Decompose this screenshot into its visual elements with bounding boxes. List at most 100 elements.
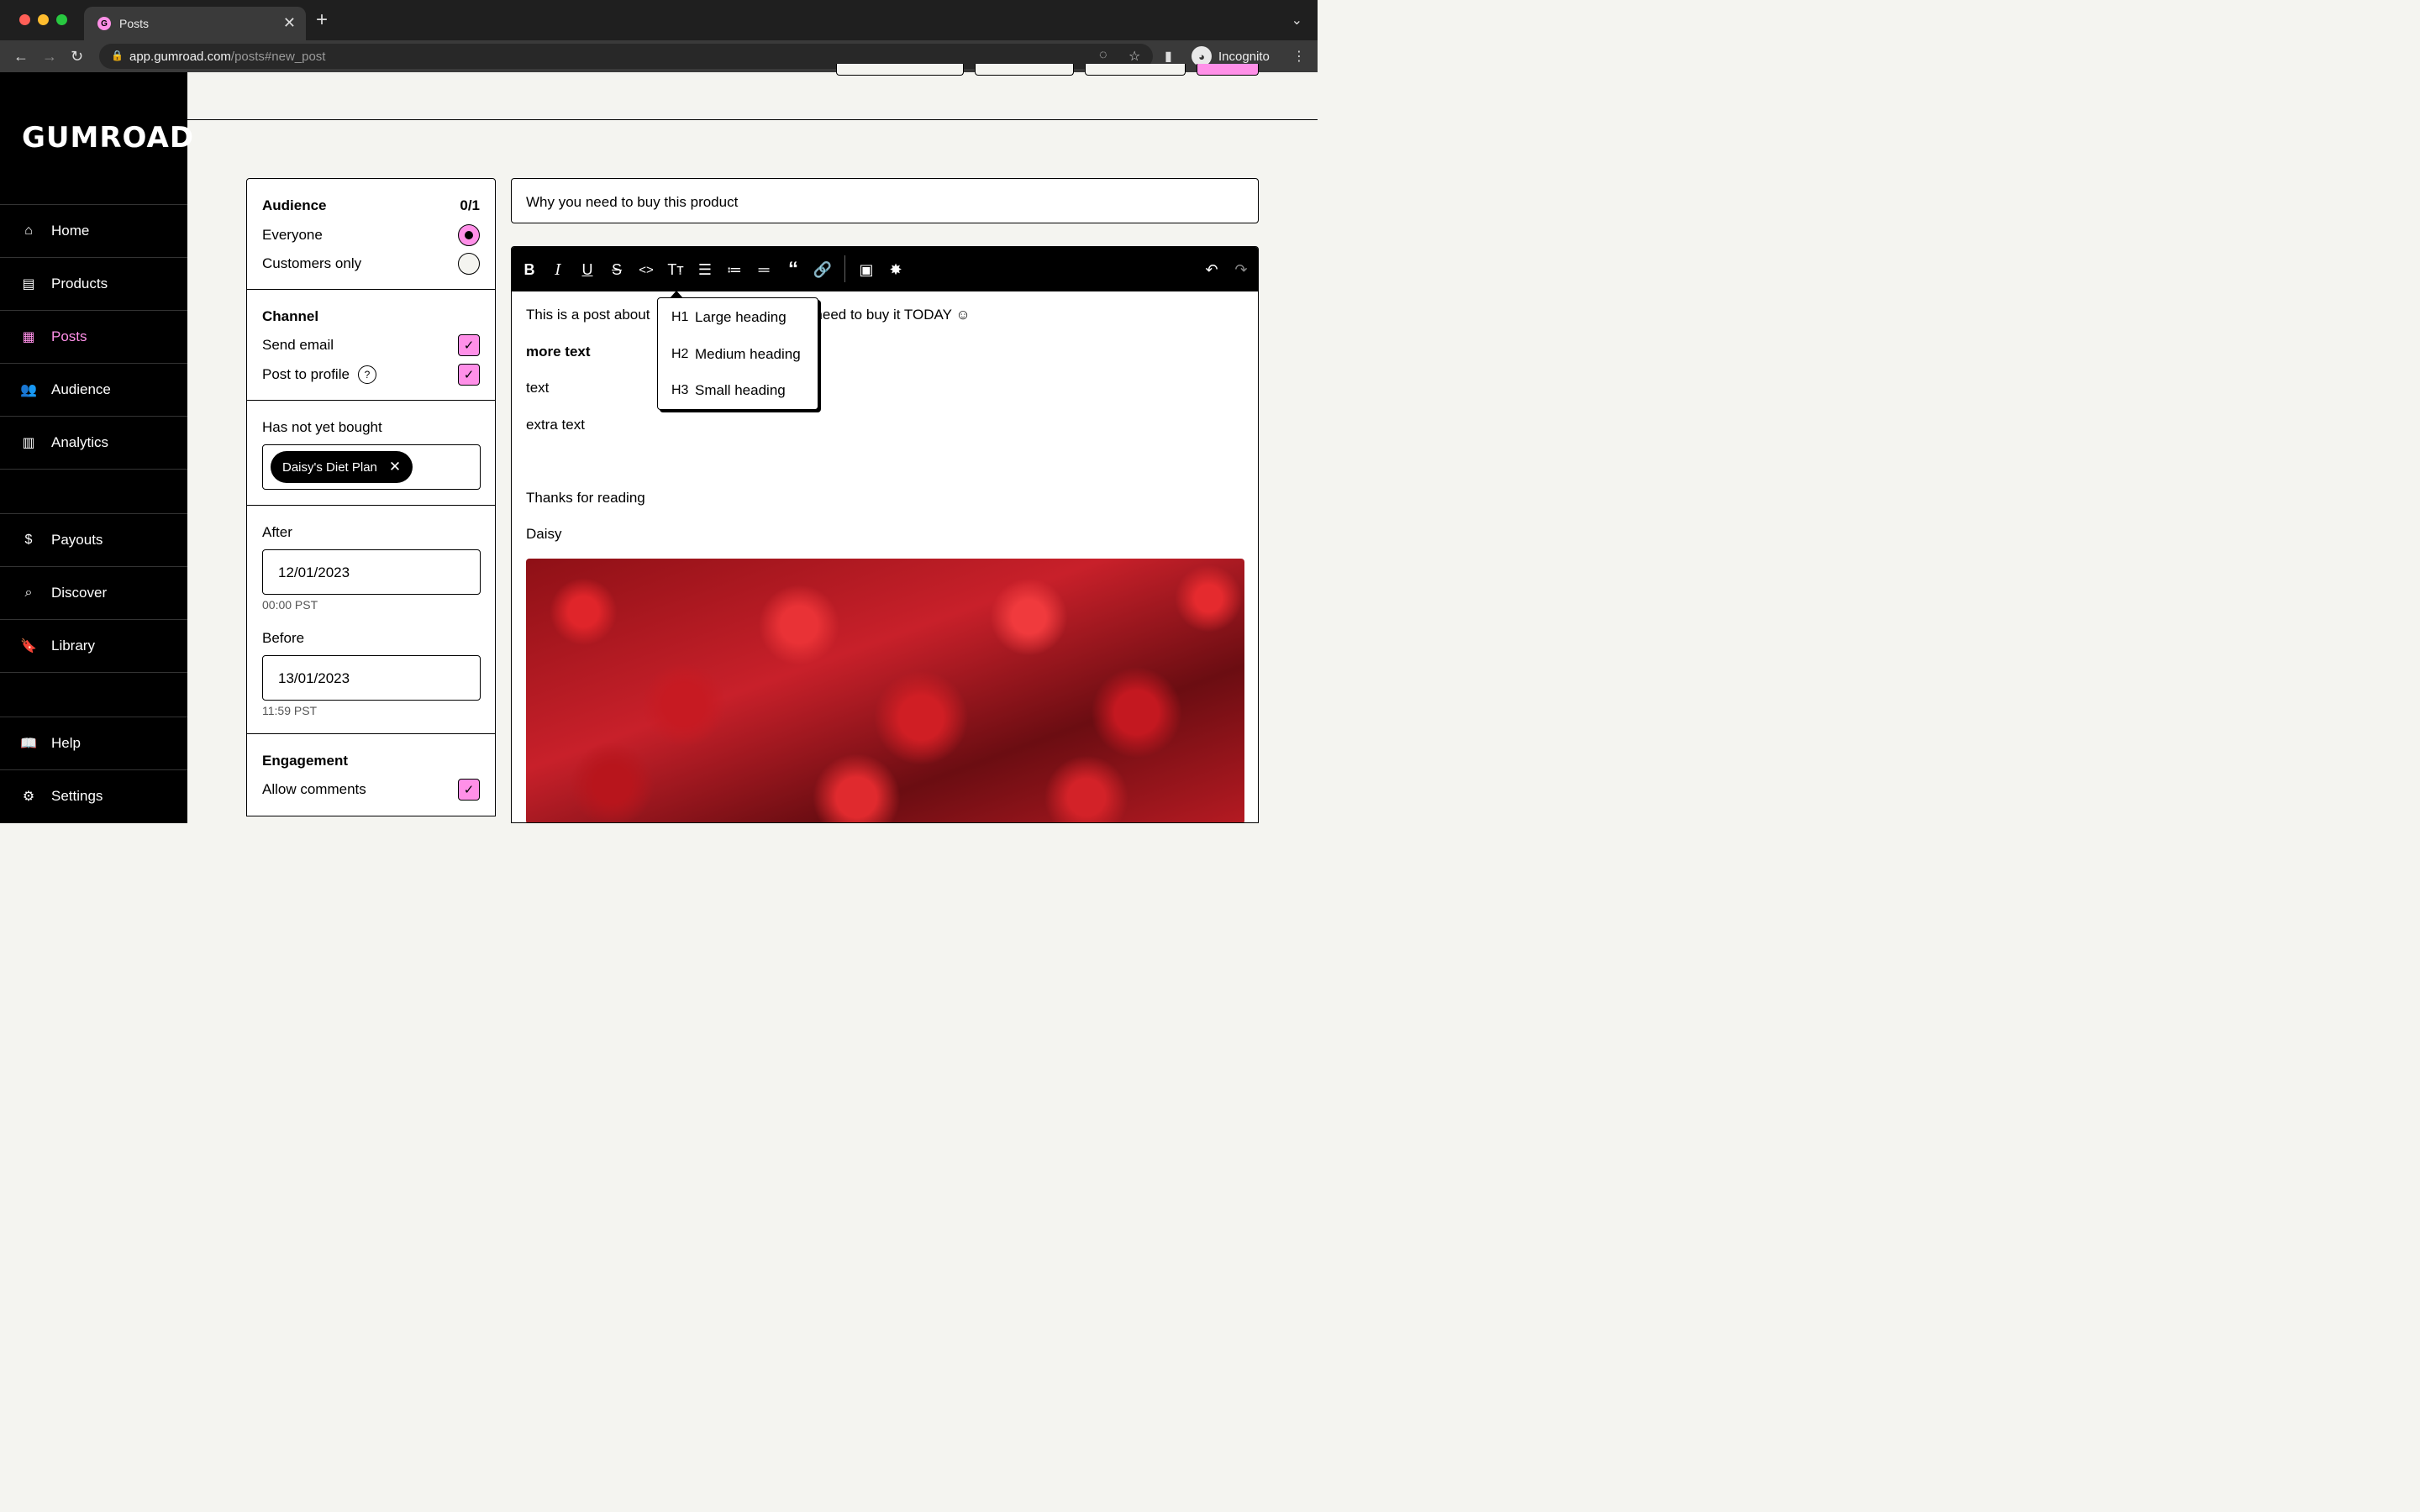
reload-icon[interactable]: ↻ [71,47,83,66]
content-line: Daisy [526,526,562,542]
menu-item-medium-heading[interactable]: H2 Medium heading [671,346,801,363]
post-to-profile-checkbox[interactable]: ✓ [458,364,480,386]
content-text: This is a post about [526,307,650,323]
maximize-window-button[interactable] [56,14,67,25]
back-icon[interactable]: ← [13,47,29,66]
sidebar-item-products[interactable]: ▤ Products [0,257,187,310]
people-icon: 👥 [20,383,37,397]
star-icon[interactable]: ☆ [1128,48,1140,65]
sidebar-item-settings[interactable]: ⚙ Settings [0,769,187,822]
product-chip-label: Daisy's Diet Plan [282,459,377,475]
quote-icon[interactable]: “ [782,258,804,281]
post-to-profile-option[interactable]: Post to profile ? ✓ [262,364,480,386]
forward-icon[interactable]: → [42,47,57,66]
browser-menu-icon[interactable]: ⋮ [1292,48,1306,65]
product-filter-input[interactable]: Daisy's Diet Plan ✕ [262,444,481,490]
menu-item-large-heading[interactable]: H1 Large heading [671,309,786,326]
content-line: Thanks for reading [526,490,645,506]
post-to-profile-label: Post to profile [262,366,350,382]
after-label: After [262,524,292,540]
allow-comments-checkbox[interactable]: ✓ [458,779,480,801]
menu-item-small-heading[interactable]: H3 Small heading [671,382,786,399]
allow-comments-option[interactable]: Allow comments ✓ [262,779,480,801]
close-window-button[interactable] [19,14,30,25]
book-icon: 📖 [20,737,37,751]
sidebar-item-label: Analytics [51,434,109,450]
sidebar-item-label: Help [51,735,81,751]
has-not-bought-label: Has not yet bought [262,419,382,435]
underline-icon[interactable]: U [576,259,598,281]
new-tab-icon[interactable]: + [316,10,328,30]
everyone-radio[interactable] [458,224,480,246]
tab-search-chevron-icon[interactable]: ⌄ [1292,12,1302,29]
audience-section: Audience 0/1 Everyone Customers only [247,179,495,290]
sidebar-item-analytics[interactable]: ▥ Analytics [0,416,187,469]
sidebar-item-posts[interactable]: ▦ Posts [0,310,187,363]
has-not-bought-header: Has not yet bought [262,419,480,436]
sidebar-item-help[interactable]: 📖 Help [0,717,187,769]
before-date-input[interactable]: 13/01/2023 [262,655,481,701]
post-image[interactable] [526,559,1244,822]
header-button[interactable] [975,64,1074,76]
post-title-input[interactable]: Why you need to buy this product [511,178,1259,223]
browser-tab[interactable]: G Posts ✕ [84,7,306,40]
sidebar-item-audience[interactable]: 👥 Audience [0,363,187,416]
bold-icon[interactable]: B [518,259,540,281]
code-icon[interactable]: <> [635,259,657,281]
link-icon[interactable]: 🔗 [812,259,834,281]
search-icon: ⌕ [24,585,33,600]
gumroad-favicon-icon: G [97,17,111,30]
close-tab-icon[interactable]: ✕ [283,14,296,32]
sidebar-item-payouts[interactable]: $ Payouts [0,513,187,566]
minimize-window-button[interactable] [38,14,49,25]
sidebar-item-label: Discover [51,585,108,601]
bar-chart-icon: ▥ [22,436,35,450]
undo-icon[interactable]: ↶ [1201,259,1223,281]
header-button[interactable] [1085,64,1186,76]
divider-icon[interactable]: ═ [753,259,775,281]
sidebar: GUMROAD ⌂ Home ▤ Products ▦ Posts 👥 Audi… [0,72,193,823]
header-primary-button[interactable] [1197,64,1259,76]
gumroad-logo[interactable]: GUMROAD [22,121,194,155]
archive-icon: ▤ [22,277,35,291]
h3-icon: H3 [671,383,689,397]
customers-only-radio[interactable] [458,253,480,275]
channel-section: Channel Send email ✓ Post to profile ? ✓ [247,290,495,401]
magic-wand-icon[interactable]: ✸ [885,259,907,281]
sidebar-item-label: Posts [51,328,87,344]
content-line: text [526,380,550,396]
send-email-label: Send email [262,337,334,353]
gear-icon: ⚙ [22,790,35,804]
sidebar-item-discover[interactable]: ⌕ Discover [0,566,187,619]
sidebar-item-library[interactable]: 🔖 Library [0,619,187,672]
header-button[interactable] [836,64,964,76]
customers-only-option[interactable]: Customers only [262,253,480,275]
remove-chip-icon[interactable]: ✕ [389,459,401,475]
post-title-value: Why you need to buy this product [526,194,739,210]
send-email-checkbox[interactable]: ✓ [458,334,480,356]
channel-header: Channel [262,308,480,325]
redo-icon[interactable]: ↷ [1230,259,1252,281]
document-icon: ▦ [22,330,35,344]
help-icon[interactable]: ? [357,365,376,384]
sidebar-item-home[interactable]: ⌂ Home [0,204,187,257]
numbered-list-icon[interactable]: ≔ [723,259,745,281]
sidebar-item-label: Audience [51,381,111,397]
send-email-option[interactable]: Send email ✓ [262,334,480,356]
sidepanel-icon[interactable]: ▮ [1165,48,1172,65]
bookmark-icon: 🔖 [20,639,37,654]
eye-off-icon[interactable]: ◌ [1099,48,1107,63]
post-editor: B I U S <> Tт ☰ ≔ ═ “ 🔗 ▣ ✸ ↶ ↷ This is … [511,246,1259,823]
dollar-icon: $ [24,533,33,547]
italic-icon[interactable]: I [547,259,569,281]
post-settings-panel: Audience 0/1 Everyone Customers only Cha… [246,178,496,816]
image-icon[interactable]: ▣ [855,259,877,281]
sidebar-item-label: Settings [51,788,103,804]
after-date-input[interactable]: 12/01/2023 [262,549,481,595]
bullet-list-icon[interactable]: ☰ [694,259,716,281]
strikethrough-icon[interactable]: S [606,259,628,281]
date-range-section: After 12/01/2023 00:00 PST Before 13/01/… [247,506,495,734]
everyone-option[interactable]: Everyone [262,224,480,246]
sidebar-divider [0,469,187,470]
audience-header: Audience 0/1 [262,197,480,214]
